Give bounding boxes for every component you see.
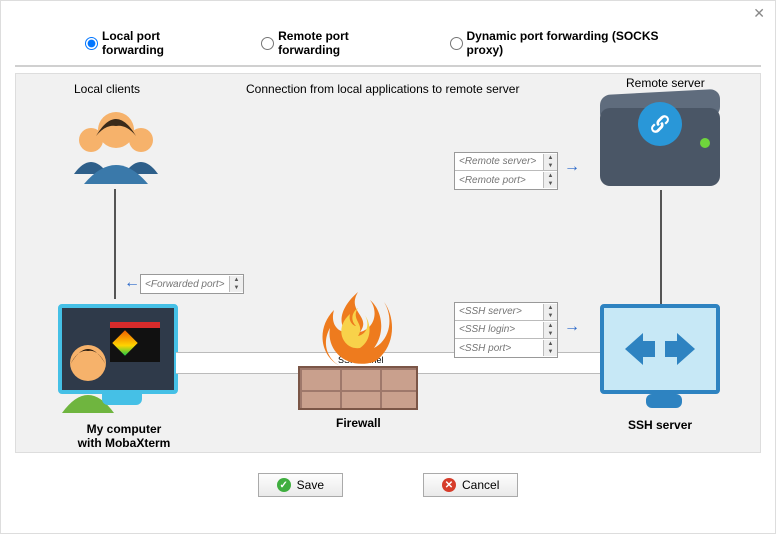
remote-server-label: Remote server (626, 76, 705, 90)
remote-server-icon (600, 108, 720, 186)
remote-server-spinner[interactable]: ▲▼ (543, 154, 557, 170)
ssh-server-icon (600, 304, 720, 394)
firewall-caption: Firewall (336, 416, 381, 430)
remote-port-spinner[interactable]: ▲▼ (543, 172, 557, 188)
remote-server-group: ▲▼ ▲▼ (454, 152, 558, 190)
forwarded-port-spinner[interactable]: ▲▼ (229, 276, 243, 292)
radio-remote-forwarding[interactable]: Remote port forwarding (261, 29, 409, 57)
connection-description: Connection from local applications to re… (246, 82, 519, 96)
save-button[interactable]: ✓ Save (258, 473, 343, 497)
arrow-right-remote-icon: → (564, 158, 580, 176)
remote-server-input[interactable] (455, 156, 543, 167)
dialog-buttons: ✓ Save ✕ Cancel (1, 461, 775, 509)
line-server-to-ssh (660, 190, 662, 304)
radio-dynamic-forwarding[interactable]: Dynamic port forwarding (SOCKS proxy) (450, 29, 692, 57)
radio-local-label: Local port forwarding (102, 29, 221, 57)
radio-dynamic-input[interactable] (450, 37, 463, 50)
radio-local-input[interactable] (85, 37, 98, 50)
radio-local-forwarding[interactable]: Local port forwarding (85, 29, 221, 57)
close-icon[interactable]: ✕ (753, 5, 765, 22)
radio-remote-label: Remote port forwarding (278, 29, 409, 57)
remote-port-input[interactable] (455, 175, 543, 186)
my-computer-caption: My computer with MobaXterm (64, 422, 184, 450)
arrows-icon (625, 329, 695, 369)
ssh-login-input[interactable] (455, 324, 543, 335)
cancel-icon: ✕ (442, 478, 456, 492)
ssh-server-input[interactable] (455, 306, 543, 317)
line-clients-to-pc (114, 189, 116, 299)
my-computer-icon (58, 304, 178, 394)
local-clients-label: Local clients (74, 82, 140, 96)
ssh-port-input[interactable] (455, 343, 543, 354)
save-button-label: Save (297, 478, 324, 492)
check-icon: ✓ (277, 478, 291, 492)
arrow-left-icon: ← (124, 274, 140, 292)
forwarded-port-input[interactable] (141, 279, 229, 290)
forwarded-port-group: ▲▼ (140, 274, 244, 294)
cancel-button-label: Cancel (462, 478, 499, 492)
radio-dynamic-label: Dynamic port forwarding (SOCKS proxy) (467, 29, 692, 57)
forwarding-type-radios: Local port forwarding Remote port forwar… (15, 1, 761, 67)
arrow-right-ssh-icon: → (564, 318, 580, 336)
ssh-server-caption: SSH server (628, 418, 692, 432)
tunnel-settings-window: ✕ Local port forwarding Remote port forw… (0, 0, 776, 534)
cancel-button[interactable]: ✕ Cancel (423, 473, 518, 497)
link-icon (638, 102, 682, 146)
ssh-login-spinner[interactable]: ▲▼ (543, 322, 557, 338)
ssh-server-spinner[interactable]: ▲▼ (543, 304, 557, 320)
radio-remote-input[interactable] (261, 37, 274, 50)
topology-diagram: Local clients Connection from local appl… (15, 73, 761, 453)
local-clients-icon (66, 102, 166, 192)
firewall-icon (298, 366, 418, 410)
ssh-fields-group: ▲▼ ▲▼ ▲▼ (454, 302, 558, 358)
ssh-port-spinner[interactable]: ▲▼ (543, 340, 557, 356)
